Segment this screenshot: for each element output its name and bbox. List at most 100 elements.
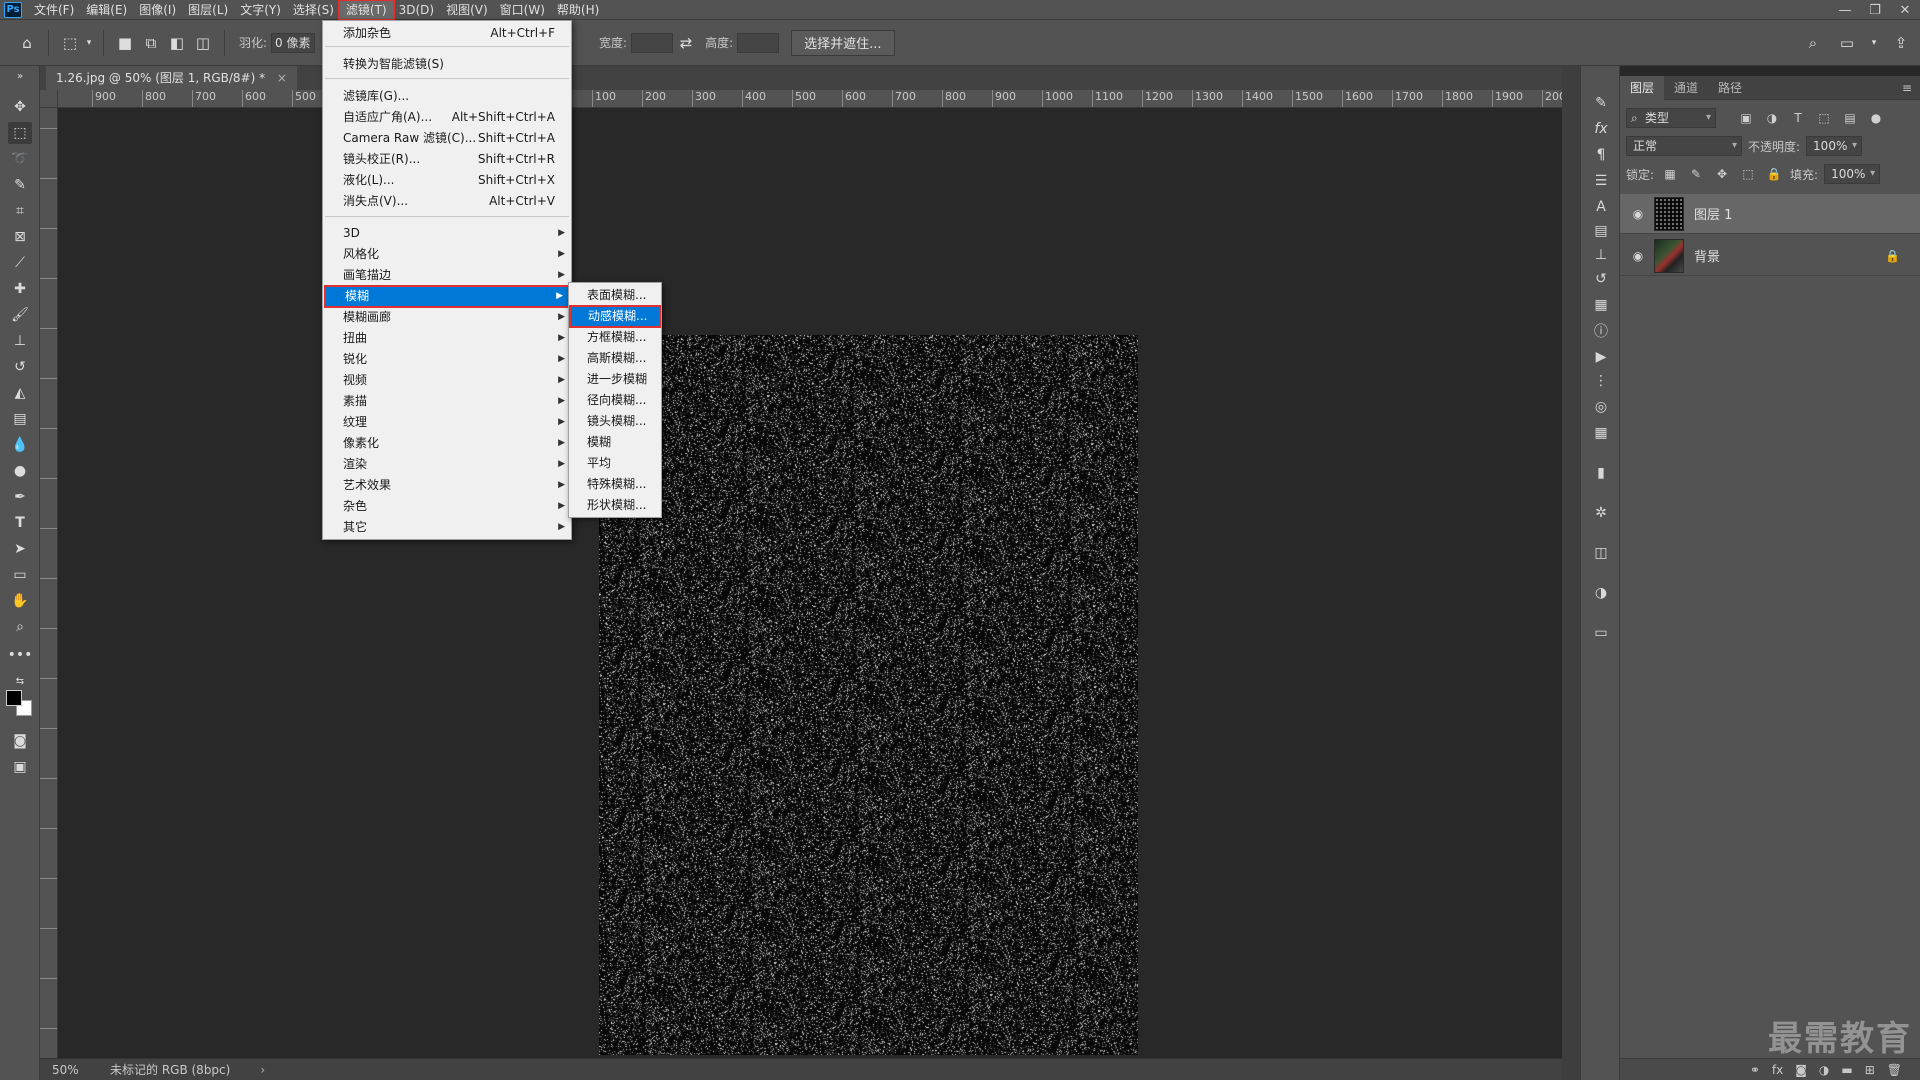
menu-item-artistic[interactable]: 艺术效果 ▶ — [323, 475, 571, 496]
3d-icon[interactable]: ◎ — [1589, 396, 1613, 418]
filter-pixel-icon[interactable]: ▣ — [1736, 108, 1756, 128]
add-selection-icon[interactable]: ⧉ — [138, 30, 164, 56]
tab-paths[interactable]: 路径 — [1708, 76, 1752, 100]
close-icon[interactable]: ✕ — [1890, 0, 1920, 20]
history-brush-tool-icon[interactable]: ↺ — [8, 356, 32, 378]
menu-item-vanishing-point[interactable]: 消失点(V)... Alt+Ctrl+V — [323, 191, 571, 212]
lock-artboard-icon[interactable]: ⬚ — [1738, 164, 1758, 184]
notes-icon[interactable]: ▮ — [1589, 462, 1613, 484]
menu-item-blur[interactable]: 模糊 — [569, 432, 661, 453]
new-selection-icon[interactable]: ■ — [112, 30, 138, 56]
menu-type[interactable]: 文字(Y) — [234, 1, 287, 19]
swap-colors-icon[interactable]: ⇆ — [8, 670, 32, 692]
visibility-eye-icon[interactable]: ◉ — [1628, 249, 1648, 263]
paragraph-icon[interactable]: ¶ — [1589, 144, 1613, 166]
libraries-icon[interactable]: ◫ — [1589, 542, 1613, 564]
menu-item-blur-more[interactable]: 进一步模糊 — [569, 369, 661, 390]
menu-item-sharpen[interactable]: 锐化 ▶ — [323, 349, 571, 370]
brush-settings-icon[interactable]: ✎ — [1589, 92, 1613, 114]
menu-item-3d[interactable]: 3D ▶ — [323, 223, 571, 244]
add-mask-icon[interactable]: ◙ — [1795, 1063, 1807, 1077]
eraser-tool-icon[interactable]: ◭ — [8, 382, 32, 404]
tab-channels[interactable]: 通道 — [1664, 76, 1708, 100]
intersect-selection-icon[interactable]: ◫ — [190, 30, 216, 56]
menu-item-other[interactable]: 其它 ▶ — [323, 517, 571, 538]
menu-help[interactable]: 帮助(H) — [551, 1, 605, 19]
eyedropper-tool-icon[interactable]: ⟋ — [8, 252, 32, 274]
menu-item-brush-strokes[interactable]: 画笔描边 ▶ — [323, 265, 571, 286]
menu-item-texture[interactable]: 纹理 ▶ — [323, 412, 571, 433]
menu-item-sketch[interactable]: 素描 ▶ — [323, 391, 571, 412]
clone-source-icon[interactable]: ⊥ — [1589, 244, 1613, 266]
workspace-icon[interactable]: ▭ — [1834, 30, 1860, 56]
menu-item-pixelate[interactable]: 像素化 ▶ — [323, 433, 571, 454]
menu-item-gaussian-blur[interactable]: 高斯模糊... — [569, 348, 661, 369]
menu-item-adaptive-wide-angle[interactable]: 自适应广角(A)... Alt+Shift+Ctrl+A — [323, 107, 571, 128]
link-layers-icon[interactable]: ⚭ — [1750, 1063, 1760, 1077]
healing-brush-tool-icon[interactable]: ✚ — [8, 278, 32, 300]
zoom-level[interactable]: 50% — [40, 1063, 100, 1077]
restore-icon[interactable]: ❐ — [1860, 0, 1890, 20]
menu-item-lens-correction[interactable]: 镜头校正(R)... Shift+Ctrl+R — [323, 149, 571, 170]
blend-mode-select[interactable]: 正常 ▾ — [1626, 136, 1742, 156]
new-adjustment-icon[interactable]: ◑ — [1819, 1063, 1829, 1077]
new-group-icon[interactable]: ▬ — [1841, 1063, 1852, 1077]
frame-tool-icon[interactable]: ⊠ — [8, 226, 32, 248]
menu-item-add-noise[interactable]: 添加杂色 Alt+Ctrl+F — [323, 23, 571, 44]
toolbar-collapse-icon[interactable]: » — [8, 70, 32, 82]
clone-stamp-tool-icon[interactable]: ⊥ — [8, 330, 32, 352]
crop-tool-icon[interactable]: ⌗ — [8, 200, 32, 222]
menu-3d[interactable]: 3D(D) — [393, 1, 440, 19]
menu-image[interactable]: 图像(I) — [133, 1, 182, 19]
screen-mode-icon[interactable]: ▣ — [8, 756, 32, 778]
properties-icon[interactable]: ✲ — [1589, 502, 1613, 524]
filter-smart-object-icon[interactable]: ▤ — [1840, 108, 1860, 128]
chevron-down-icon[interactable]: ▾ — [83, 30, 95, 56]
lock-pixels-icon[interactable]: ✎ — [1686, 164, 1706, 184]
actions-icon[interactable]: ▶ — [1589, 346, 1613, 368]
search-icon[interactable]: ⌕ — [1800, 30, 1826, 56]
menu-view[interactable]: 视图(V) — [440, 1, 494, 19]
brush-tool-icon[interactable]: 🖌 — [8, 304, 32, 326]
menu-item-distort[interactable]: 扭曲 ▶ — [323, 328, 571, 349]
menu-item-lens-blur[interactable]: 镜头模糊... — [569, 411, 661, 432]
adjustments-icon[interactable]: ☰ — [1589, 170, 1613, 192]
menu-item-blur[interactable]: 模糊 ▶ — [324, 285, 570, 308]
status-expand-icon[interactable]: › — [260, 1063, 265, 1077]
height-input[interactable] — [737, 32, 780, 53]
table-icon[interactable]: ▦ — [1589, 422, 1613, 444]
menu-item-smart-blur[interactable]: 特殊模糊... — [569, 474, 661, 495]
tab-close-icon[interactable]: × — [277, 71, 287, 85]
dodge-tool-icon[interactable]: ● — [8, 460, 32, 482]
layer-filter-kind-select[interactable]: ⌕ 类型 ▾ — [1626, 108, 1716, 128]
quick-mask-icon[interactable]: ◙ — [8, 730, 32, 752]
gradient-tool-icon[interactable]: ▤ — [8, 408, 32, 430]
minimize-icon[interactable]: — — [1830, 0, 1860, 20]
styles-icon[interactable]: ▤ — [1589, 220, 1613, 242]
layer-style-icon[interactable]: fx — [1772, 1063, 1783, 1077]
hand-tool-icon[interactable]: ✋ — [8, 590, 32, 612]
lock-all-icon[interactable]: 🔒 — [1764, 164, 1784, 184]
foreground-color-swatch[interactable] — [6, 690, 22, 706]
menu-item-surface-blur[interactable]: 表面模糊... — [569, 285, 661, 306]
tab-layers[interactable]: 图层 — [1620, 75, 1665, 100]
menu-file[interactable]: 文件(F) — [28, 1, 80, 19]
menu-item-box-blur[interactable]: 方框模糊... — [569, 327, 661, 348]
opacity-input[interactable]: 100% ▾ — [1806, 136, 1863, 156]
layer-comps-icon[interactable]: ⋮ — [1589, 370, 1613, 392]
select-and-mask-button[interactable]: 选择并遮住... — [791, 29, 895, 56]
lock-transparency-icon[interactable]: ▦ — [1660, 164, 1680, 184]
filter-type-icon[interactable]: T — [1788, 108, 1808, 128]
menu-item-convert-smart-filter[interactable]: 转换为智能滤镜(S) — [323, 54, 571, 75]
visibility-eye-icon[interactable]: ◉ — [1628, 207, 1648, 221]
filter-toggle-icon[interactable]: ● — [1866, 108, 1886, 128]
menu-item-camera-raw[interactable]: Camera Raw 滤镜(C)... Shift+Ctrl+A — [323, 128, 571, 149]
color-icon[interactable]: ◑ — [1589, 582, 1613, 604]
layer-row-layer1[interactable]: ◉ 图层 1 — [1620, 194, 1920, 234]
chevron-down-icon[interactable]: ▾ — [1868, 30, 1880, 56]
subtract-selection-icon[interactable]: ◧ — [164, 30, 190, 56]
layer-row-background[interactable]: ◉ 背景 🔒 — [1620, 236, 1920, 276]
delete-layer-icon[interactable]: 🗑 — [1887, 1063, 1902, 1077]
menu-item-blur-gallery[interactable]: 模糊画廊 ▶ — [323, 307, 571, 328]
menu-item-liquify[interactable]: 液化(L)... Shift+Ctrl+X — [323, 170, 571, 191]
